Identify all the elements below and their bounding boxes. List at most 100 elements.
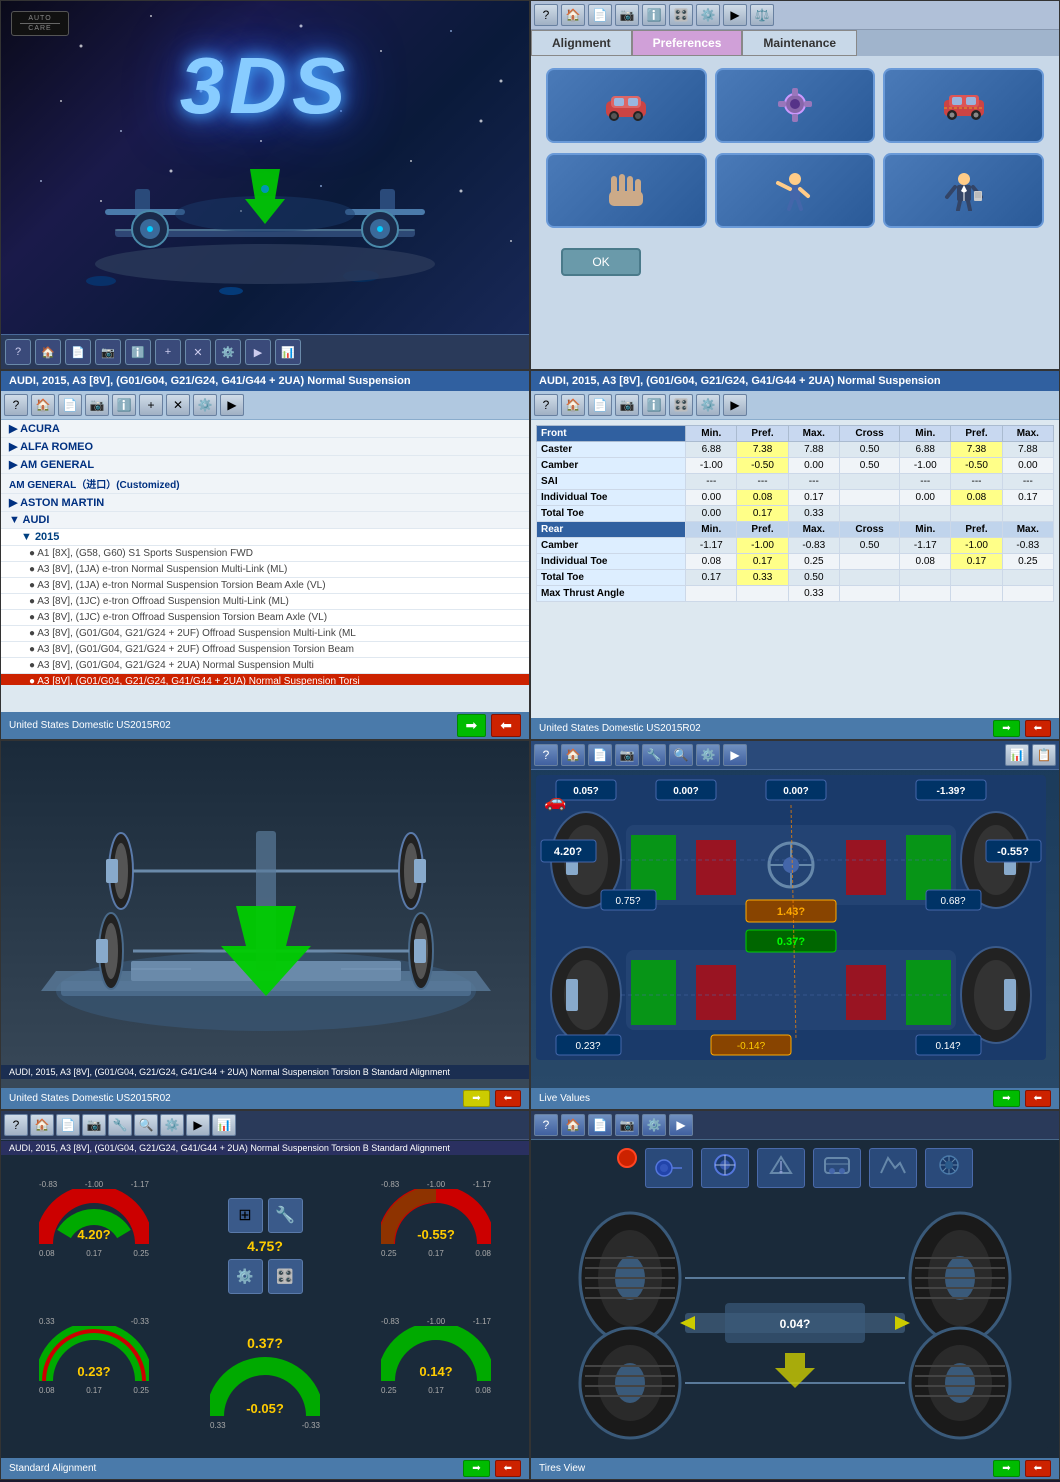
chart-btn[interactable]: 📊 bbox=[275, 339, 301, 365]
prefs-arrow-btn[interactable]: ▶ bbox=[723, 4, 747, 26]
tires-camera-btn[interactable]: 📷 bbox=[615, 1114, 639, 1136]
list-item-a3-g01-torsion[interactable]: ● A3 [8V], (G01/G04, G21/G24 + 2UF) Offr… bbox=[1, 642, 529, 658]
list-item-2015[interactable]: ▼ 2015 bbox=[1, 529, 529, 546]
camera-btn[interactable]: 📷 bbox=[95, 339, 121, 365]
list-settings-btn[interactable]: ⚙️ bbox=[193, 394, 217, 416]
specs-help-btn[interactable]: ? bbox=[534, 394, 558, 416]
list-arrow-btn[interactable]: ▶ bbox=[220, 394, 244, 416]
gauges-wrench-btn[interactable]: 🔧 bbox=[108, 1114, 132, 1136]
tires-icon-btn-5[interactable] bbox=[869, 1148, 917, 1188]
tab-alignment[interactable]: Alignment bbox=[531, 30, 632, 56]
prefs-doc-btn[interactable]: 📄 bbox=[588, 4, 612, 26]
tires-icon-btn-3[interactable] bbox=[757, 1148, 805, 1188]
prefs-gauge-btn[interactable]: 🎛️ bbox=[669, 4, 693, 26]
list-item-a1[interactable]: ● A1 [8X], (G58, G60) S1 Sports Suspensi… bbox=[1, 546, 529, 562]
pref-settings-btn[interactable] bbox=[715, 68, 876, 143]
tires-next-btn[interactable]: ➡ bbox=[993, 1460, 1019, 1477]
tab-preferences[interactable]: Preferences bbox=[632, 30, 743, 56]
list-item-a3-1jc-vl[interactable]: ● A3 [8V], (1JC) e-tron Offroad Suspensi… bbox=[1, 610, 529, 626]
prefs-scale-btn[interactable]: ⚖️ bbox=[750, 4, 774, 26]
list-item-alfa[interactable]: ALFA ROMEO bbox=[1, 438, 529, 456]
pref-business-btn[interactable] bbox=[883, 153, 1044, 228]
list-item-a3-1ja-ml[interactable]: ● A3 [8V], (1JA) e-tron Normal Suspensio… bbox=[1, 562, 529, 578]
list-back-btn[interactable]: ⬅ bbox=[491, 714, 521, 737]
specs-gauge-btn[interactable]: 🎛️ bbox=[669, 394, 693, 416]
center-icon-4[interactable]: 🎛️ bbox=[268, 1259, 303, 1294]
specs-info-btn[interactable]: ℹ️ bbox=[642, 394, 666, 416]
live-home-btn[interactable]: 🏠 bbox=[561, 744, 585, 766]
list-next-btn[interactable]: ➡ bbox=[457, 714, 487, 737]
center-icon-2[interactable]: 🔧 bbox=[268, 1198, 303, 1233]
gauges-extra1-btn[interactable]: 📊 bbox=[212, 1114, 236, 1136]
info-btn[interactable]: ℹ️ bbox=[125, 339, 151, 365]
prefs-help-btn[interactable]: ? bbox=[534, 4, 558, 26]
live-doc-btn[interactable]: 📄 bbox=[588, 744, 612, 766]
specs-camera-btn[interactable]: 📷 bbox=[615, 394, 639, 416]
specs-arrow-btn[interactable]: ▶ bbox=[723, 394, 747, 416]
gauges-camera-btn[interactable]: 📷 bbox=[82, 1114, 106, 1136]
list-info-btn[interactable]: ℹ️ bbox=[112, 394, 136, 416]
tires-icon-btn-2[interactable] bbox=[701, 1148, 749, 1188]
tires-help-btn[interactable]: ? bbox=[534, 1114, 558, 1136]
list-item-a3-g01-normal[interactable]: ● A3 [8V], (G01/G04, G21/G24 + 2UA) Norm… bbox=[1, 658, 529, 674]
list-camera-btn[interactable]: 📷 bbox=[85, 394, 109, 416]
gauges-next-btn[interactable]: ➡ bbox=[463, 1460, 489, 1477]
gauges-help-btn[interactable]: ? bbox=[4, 1114, 28, 1136]
specs-home-btn[interactable]: 🏠 bbox=[561, 394, 585, 416]
live-camera-btn[interactable]: 📷 bbox=[615, 744, 639, 766]
pref-hand-btn[interactable] bbox=[546, 153, 707, 228]
specs-settings-btn[interactable]: ⚙️ bbox=[696, 394, 720, 416]
list-home-btn[interactable]: 🏠 bbox=[31, 394, 55, 416]
list-item-amgen[interactable]: AM GENERAL bbox=[1, 456, 529, 474]
tires-doc-btn[interactable]: 📄 bbox=[588, 1114, 612, 1136]
live-help-btn[interactable]: ? bbox=[534, 744, 558, 766]
live-extra-btn1[interactable]: 📊 bbox=[1005, 744, 1029, 766]
tires-icon-btn-6[interactable] bbox=[925, 1148, 973, 1188]
gauges-back-btn[interactable]: ⬅ bbox=[495, 1460, 521, 1477]
gauges-arrow-btn[interactable]: ▶ bbox=[186, 1114, 210, 1136]
prefs-settings-btn[interactable]: ⚙️ bbox=[696, 4, 720, 26]
specs-next-btn[interactable]: ➡ bbox=[993, 720, 1019, 737]
list-item-a3-1ja-vl[interactable]: ● A3 [8V], (1JA) e-tron Normal Suspensio… bbox=[1, 578, 529, 594]
live-extra-btn2[interactable]: 📋 bbox=[1032, 744, 1056, 766]
center-icon-3[interactable]: ⚙️ bbox=[228, 1259, 263, 1294]
list-add-btn[interactable]: + bbox=[139, 394, 163, 416]
gauges-zoom-btn[interactable]: 🔍 bbox=[134, 1114, 158, 1136]
list-close-btn[interactable]: ✕ bbox=[166, 394, 190, 416]
gauges-home-btn[interactable]: 🏠 bbox=[30, 1114, 54, 1136]
wheel-3d-back-btn[interactable]: ⬅ bbox=[495, 1090, 521, 1107]
tires-icon-btn-1[interactable] bbox=[645, 1148, 693, 1188]
pref-car-btn[interactable] bbox=[546, 68, 707, 143]
add-btn[interactable]: + bbox=[155, 339, 181, 365]
prefs-camera-btn[interactable]: 📷 bbox=[615, 4, 639, 26]
close-btn[interactable]: ✕ bbox=[185, 339, 211, 365]
list-item-a3-selected[interactable]: ● A3 [8V], (G01/G04, G21/G24, G41/G44 + … bbox=[1, 674, 529, 685]
list-item-a3-1jc-ml[interactable]: ● A3 [8V], (1JC) e-tron Offroad Suspensi… bbox=[1, 594, 529, 610]
live-zoom-btn[interactable]: 🔍 bbox=[669, 744, 693, 766]
tab-maintenance[interactable]: Maintenance bbox=[742, 30, 857, 56]
help-btn[interactable]: ? bbox=[5, 339, 31, 365]
prefs-info-btn[interactable]: ℹ️ bbox=[642, 4, 666, 26]
prefs-ok-btn[interactable]: OK bbox=[561, 248, 641, 276]
play-btn[interactable]: ▶ bbox=[245, 339, 271, 365]
gauges-settings-btn[interactable]: ⚙️ bbox=[160, 1114, 184, 1136]
tires-arrow-btn[interactable]: ▶ bbox=[669, 1114, 693, 1136]
pref-car2-btn[interactable] bbox=[883, 68, 1044, 143]
list-item-a3-g01-ml[interactable]: ● A3 [8V], (G01/G04, G21/G24 + 2UF) Offr… bbox=[1, 626, 529, 642]
tires-icon-btn-4[interactable] bbox=[813, 1148, 861, 1188]
live-back-btn[interactable]: ⬅ bbox=[1025, 1090, 1051, 1107]
home-btn[interactable]: 🏠 bbox=[35, 339, 61, 365]
tires-home-btn[interactable]: 🏠 bbox=[561, 1114, 585, 1136]
live-next-btn[interactable]: ➡ bbox=[993, 1090, 1019, 1107]
tires-back-btn[interactable]: ⬅ bbox=[1025, 1460, 1051, 1477]
wheel-3d-yellow-btn[interactable]: ➡ bbox=[463, 1090, 489, 1107]
tires-settings-btn[interactable]: ⚙️ bbox=[642, 1114, 666, 1136]
doc-btn[interactable]: 📄 bbox=[65, 339, 91, 365]
center-icon-1[interactable]: ⊞ bbox=[228, 1198, 263, 1233]
prefs-home-btn[interactable]: 🏠 bbox=[561, 4, 585, 26]
list-item-amgen-custom[interactable]: AM GENERAL（进口）(Customized) bbox=[1, 474, 529, 494]
pref-wrench-btn[interactable] bbox=[715, 153, 876, 228]
list-item-acura[interactable]: ACURA bbox=[1, 420, 529, 438]
list-help-btn[interactable]: ? bbox=[4, 394, 28, 416]
list-item-audi[interactable]: ▼ AUDI bbox=[1, 512, 529, 529]
